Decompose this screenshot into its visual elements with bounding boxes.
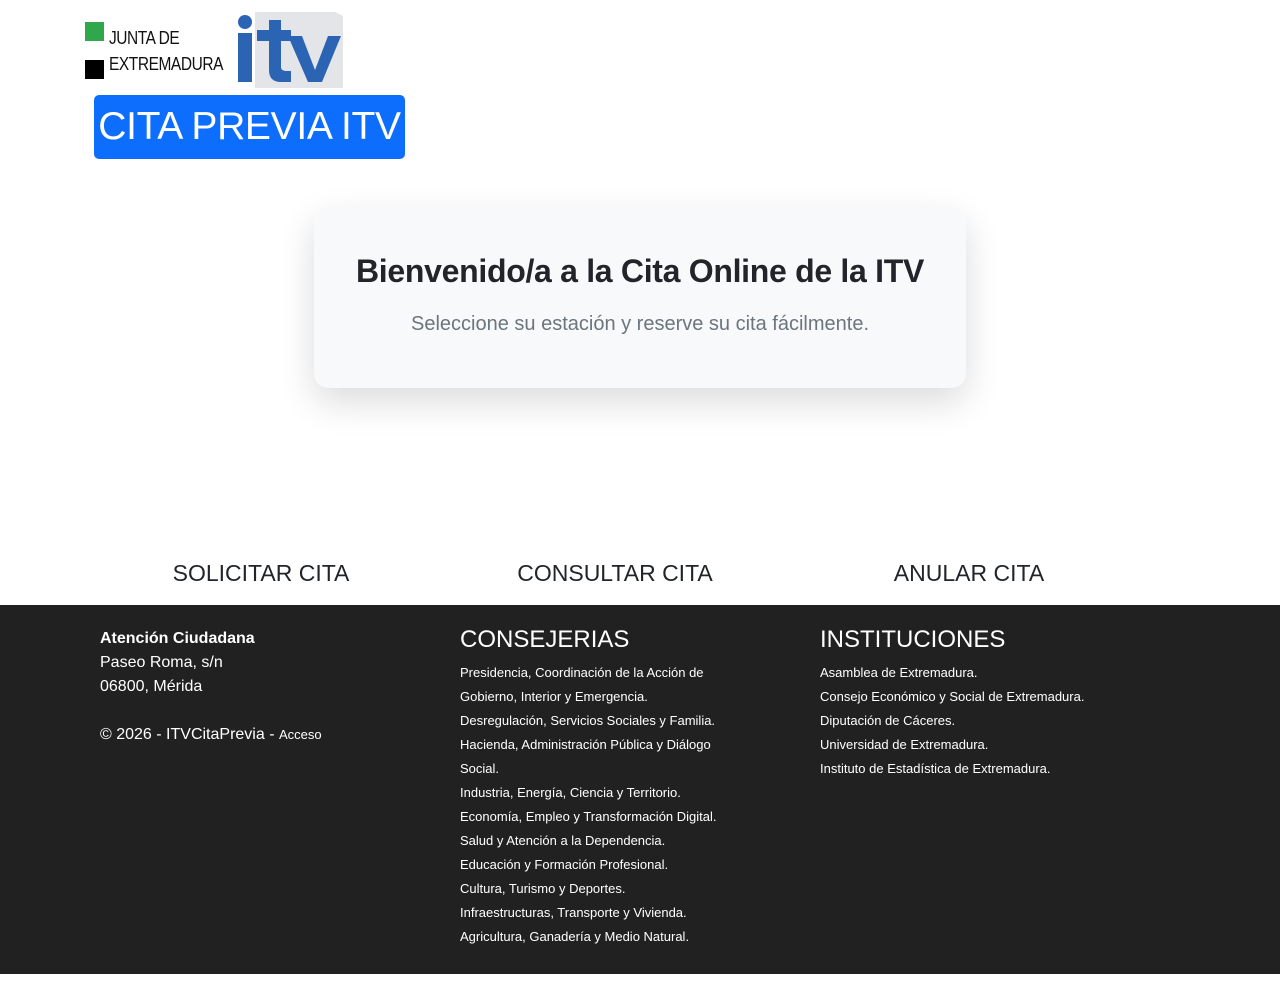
list-item: Instituto de Estadística de Extremadura.	[820, 757, 1180, 781]
consejeria-link[interactable]: Salud y Atención a la Dependencia.	[460, 833, 665, 848]
consejeria-link[interactable]: Hacienda, Administración Pública y Diálo…	[460, 737, 711, 776]
contact-address-line2: 06800, Mérida	[100, 678, 203, 695]
instituciones-list: Asamblea de Extremadura. Consejo Económi…	[820, 661, 1180, 781]
list-item: Cultura, Turismo y Deportes.	[460, 877, 780, 901]
list-item: Agricultura, Ganadería y Medio Natural.	[460, 925, 780, 949]
solicitar-cita-link[interactable]: SOLICITAR CITA	[173, 560, 350, 587]
instituciones-heading: INSTITUCIONES	[820, 626, 1006, 653]
consejeria-link[interactable]: Economía, Empleo y Transformación Digita…	[460, 809, 717, 824]
consejeria-link[interactable]: Presidencia, Coordinación de la Acción d…	[460, 665, 704, 704]
list-item: Diputación de Cáceres.	[820, 709, 1180, 733]
contact-address-line1: Paseo Roma, s/n	[100, 654, 223, 671]
consejeria-link[interactable]: Industria, Energía, Ciencia y Territorio…	[460, 785, 681, 800]
header-logos: JUNTA DE EXTREMADURA itv	[85, 12, 345, 90]
anular-cita-link[interactable]: ANULAR CITA	[894, 560, 1044, 587]
institucion-link[interactable]: Diputación de Cáceres.	[820, 713, 955, 728]
consejeria-link[interactable]: Educación y Formación Profesional.	[460, 857, 668, 872]
list-item: Asamblea de Extremadura.	[820, 661, 1180, 685]
list-item: Desregulación, Servicios Sociales y Fami…	[460, 709, 780, 733]
consejeria-link[interactable]: Infraestructuras, Transporte y Vivienda.	[460, 905, 687, 920]
list-item: Presidencia, Coordinación de la Acción d…	[460, 661, 740, 709]
junta-logo-text: JUNTA DE EXTREMADURA	[109, 25, 223, 77]
junta-black-square-icon	[85, 60, 104, 79]
list-item: Economía, Empleo y Transformación Digita…	[460, 805, 780, 829]
footer-contact: Atención Ciudadana Paseo Roma, s/n 06800…	[100, 627, 420, 747]
institucion-link[interactable]: Instituto de Estadística de Extremadura.	[820, 761, 1051, 776]
consejeria-link[interactable]: Cultura, Turismo y Deportes.	[460, 881, 625, 896]
cita-previa-itv-button[interactable]: CITA PREVIA ITV	[94, 95, 405, 159]
welcome-title: Bienvenido/a a la Cita Online de la ITV	[355, 253, 924, 289]
list-item: Hacienda, Administración Pública y Diálo…	[460, 733, 740, 781]
list-item: Infraestructuras, Transporte y Vivienda.	[460, 901, 780, 925]
list-item: Industria, Energía, Ciencia y Territorio…	[460, 781, 780, 805]
consejeria-link[interactable]: Desregulación, Servicios Sociales y Fami…	[460, 713, 715, 728]
itv-logo: itv	[238, 12, 343, 88]
institucion-link[interactable]: Consejo Económico y Social de Extremadur…	[820, 689, 1084, 704]
welcome-subtitle: Seleccione su estación y reserve su cita…	[411, 313, 869, 335]
institucion-link[interactable]: Asamblea de Extremadura.	[820, 665, 978, 680]
copyright-text: © 2026 - ITVCitaPrevia -	[100, 726, 279, 743]
list-item: Consejo Económico y Social de Extremadur…	[820, 685, 1180, 709]
list-item: Universidad de Extremadura.	[820, 733, 1180, 757]
consejerias-heading: CONSEJERIAS	[460, 626, 630, 653]
junta-logo-line1: JUNTA DE	[109, 28, 180, 48]
site-footer: Atención Ciudadana Paseo Roma, s/n 06800…	[0, 605, 1280, 974]
institucion-link[interactable]: Universidad de Extremadura.	[820, 737, 988, 752]
copyright: © 2026 - ITVCitaPrevia - Acceso	[100, 723, 420, 747]
junta-logo-line2: EXTREMADURA	[109, 54, 223, 74]
contact-title: Atención Ciudadana	[100, 630, 255, 647]
junta-green-square-icon	[85, 22, 104, 41]
acceso-link[interactable]: Acceso	[279, 727, 322, 742]
consultar-cita-link[interactable]: CONSULTAR CITA	[517, 560, 713, 587]
list-item: Educación y Formación Profesional.	[460, 853, 780, 877]
footer-consejerias: CONSEJERIAS Presidencia, Coordinación de…	[460, 625, 780, 949]
list-item: Salud y Atención a la Dependencia.	[460, 829, 780, 853]
consejerias-list: Presidencia, Coordinación de la Acción d…	[460, 661, 780, 949]
welcome-card: Bienvenido/a a la Cita Online de la ITV …	[314, 207, 966, 388]
junta-extremadura-logo: JUNTA DE EXTREMADURA	[85, 22, 230, 82]
action-nav: SOLICITAR CITA CONSULTAR CITA ANULAR CIT…	[0, 560, 1280, 600]
footer-instituciones: INSTITUCIONES Asamblea de Extremadura. C…	[820, 625, 1180, 781]
consejeria-link[interactable]: Agricultura, Ganadería y Medio Natural.	[460, 929, 689, 944]
